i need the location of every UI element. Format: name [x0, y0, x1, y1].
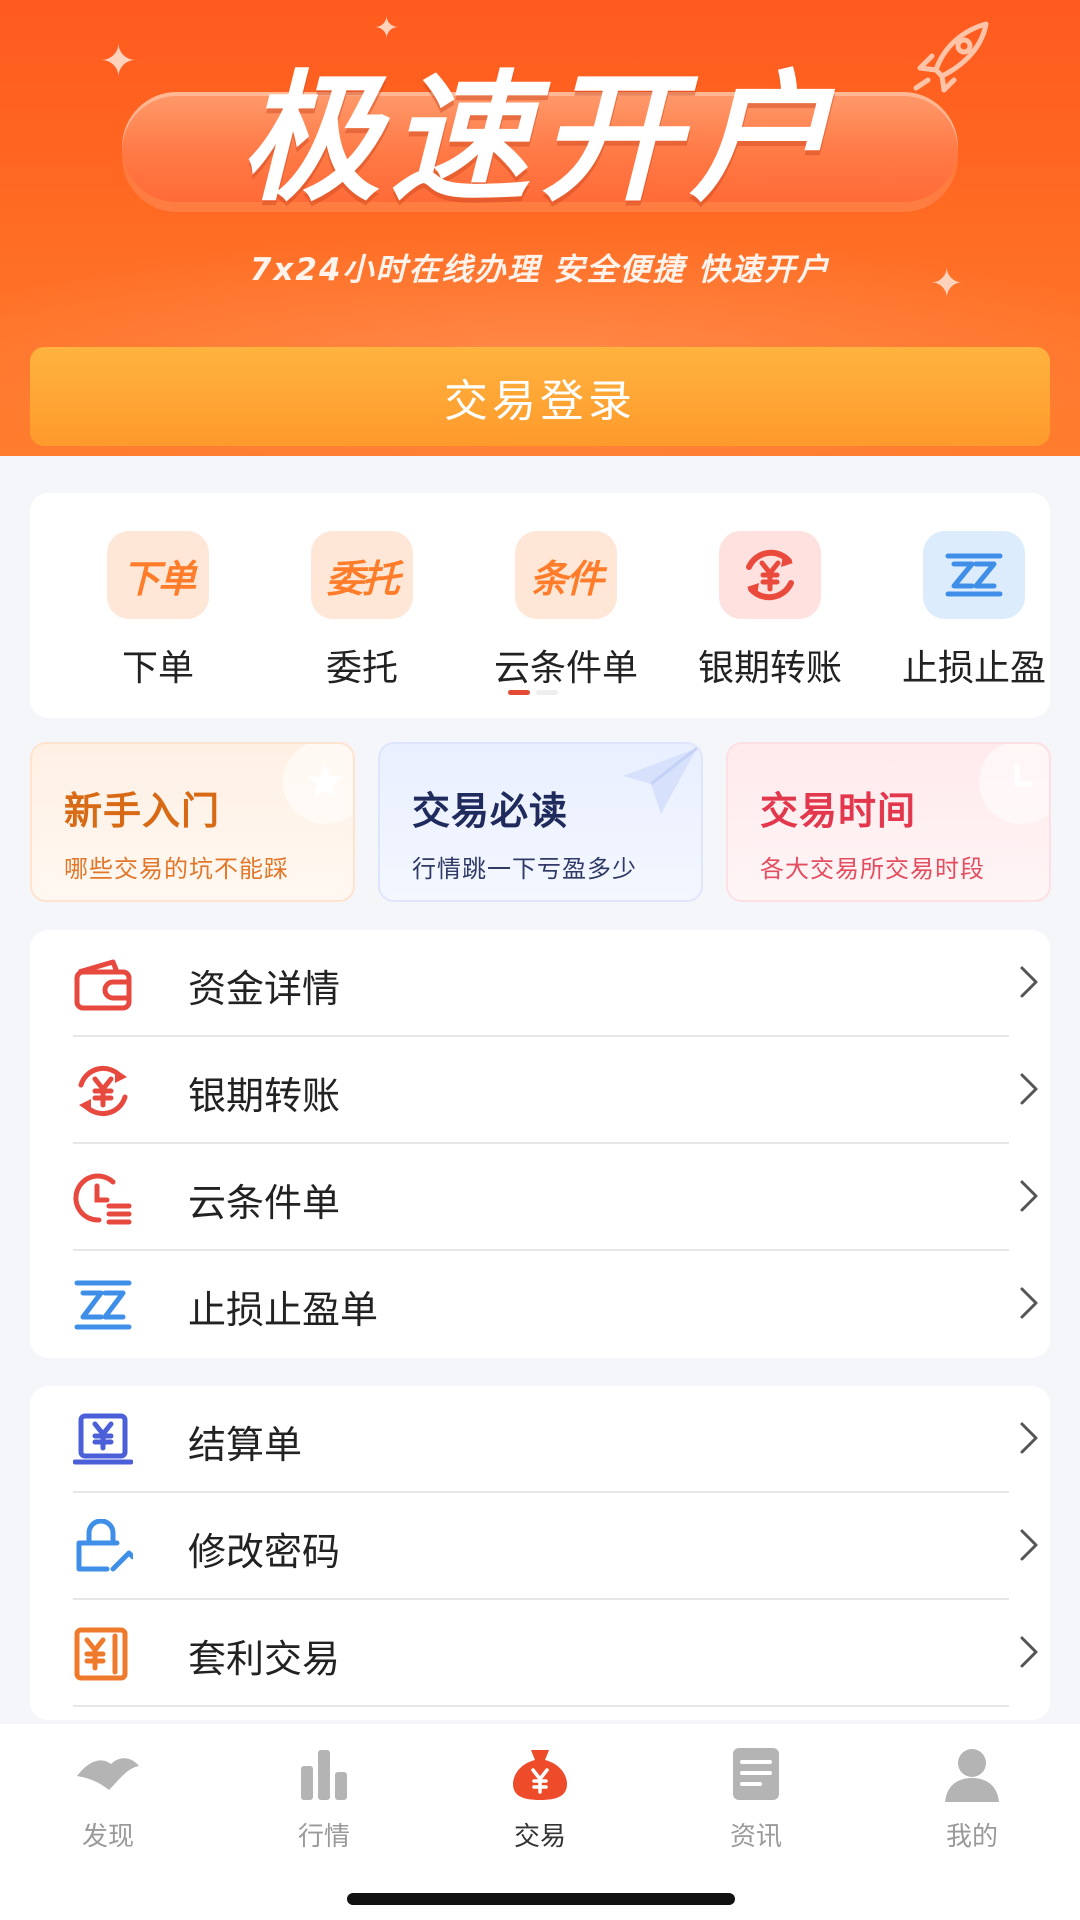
banner-subtitle: 7x24小时在线办理 安全便捷 快速开户: [249, 252, 831, 288]
menu-row-label: 资金详情: [188, 967, 341, 1011]
tab-label: 交易: [513, 1822, 566, 1852]
menu-row-settlement[interactable]: 结算单: [73, 1386, 1038, 1493]
menu-row-arbitrage[interactable]: 套利交易: [73, 1600, 1038, 1707]
lock-edit-icon: [76, 1519, 133, 1572]
quick-action-label: 下单: [121, 648, 194, 689]
guide-card-must-read[interactable]: 交易必读 行情跳一下亏盈多少: [378, 742, 703, 902]
open-account-banner[interactable]: ✦ ✦ ✦ 极速开户 7x24小时在线办理 安全便捷 快速开户 交易登录: [0, 0, 1080, 456]
menu-row-label: 结算单: [188, 1423, 303, 1467]
chevron-right-icon: [1020, 1287, 1038, 1319]
page-dot-active: [508, 690, 530, 695]
tab-label: 资讯: [729, 1822, 782, 1852]
guide-subtitle: 行情跳一下亏盈多少: [412, 855, 637, 883]
star-icon: [283, 744, 353, 824]
yen-transfer-icon: [719, 531, 821, 619]
news-icon: [733, 1748, 779, 1800]
quick-action-stop-loss[interactable]: 止损止盈: [884, 531, 1064, 691]
condition-icon: 条件: [515, 531, 617, 619]
menu-group-account: 结算单 修改密码 套利交易: [30, 1386, 1050, 1720]
home-indicator: [347, 1893, 735, 1905]
chevron-right-icon: [1020, 1422, 1038, 1454]
entrust-icon: 委托: [311, 531, 413, 619]
chevron-right-icon: [1020, 1180, 1038, 1212]
quick-action-label: 云条件单: [493, 648, 638, 689]
tab-profile[interactable]: 我的: [902, 1746, 1042, 1853]
tab-news[interactable]: 资讯: [686, 1746, 826, 1853]
menu-row-change-password[interactable]: 修改密码: [73, 1493, 1038, 1600]
menu-row-stop-loss[interactable]: 止损止盈单: [73, 1251, 1038, 1358]
bottom-tab-bar: 发现 行情 交易 资讯 我的: [0, 1724, 1080, 1920]
menu-row-label: 修改密码: [188, 1530, 341, 1574]
menu-row-label: 银期转账: [188, 1074, 341, 1118]
order-icon-text: 下单: [121, 556, 196, 601]
arbitrage-icon: [74, 1627, 128, 1681]
order-icon: 下单: [107, 531, 209, 619]
trade-login-button[interactable]: 交易登录: [30, 347, 1050, 446]
quick-action-condition-order[interactable]: 条件 云条件单: [476, 531, 656, 691]
chevron-right-icon: [1020, 966, 1038, 998]
trade-icon: [513, 1750, 567, 1800]
quick-action-entrust[interactable]: 委托 委托: [272, 531, 452, 691]
row-divider: [73, 1705, 1009, 1707]
tab-market[interactable]: 行情: [254, 1746, 394, 1853]
paper-plane-icon: [623, 746, 698, 814]
market-icon: [301, 1750, 347, 1800]
sparkle-icon: ✦: [374, 11, 400, 46]
menu-row-fund-details[interactable]: 资金详情: [73, 930, 1038, 1037]
clock-list-icon: [73, 1173, 132, 1225]
condition-icon-text: 条件: [529, 556, 604, 601]
chevron-right-icon: [1020, 1073, 1038, 1105]
tab-trade[interactable]: 交易: [470, 1746, 610, 1853]
tab-label: 行情: [297, 1822, 350, 1852]
quick-action-label: 银期转账: [697, 648, 842, 689]
tab-label: 我的: [945, 1822, 998, 1852]
menu-row-condition-order[interactable]: 云条件单: [73, 1144, 1038, 1251]
menu-row-label: 止损止盈单: [188, 1288, 379, 1332]
yen-transfer-icon: [78, 1065, 128, 1117]
clock-icon: [979, 744, 1049, 824]
guide-card-trading-hours[interactable]: 交易时间 各大交易所交易时段: [726, 742, 1051, 902]
banner-title: 极速开户: [239, 58, 840, 221]
stop-loss-icon: [74, 1280, 132, 1330]
tab-label: 发现: [81, 1822, 134, 1852]
quick-action-order[interactable]: 下单 下单: [68, 531, 248, 691]
menu-group-funds: 资金详情 银期转账 云条件单 止损止盈单: [30, 930, 1050, 1358]
chevron-right-icon: [1020, 1636, 1038, 1668]
entrust-icon-text: 委托: [325, 556, 400, 601]
tab-discover[interactable]: 发现: [38, 1746, 178, 1853]
quick-action-label: 止损止盈: [901, 648, 1046, 689]
guide-subtitle: 哪些交易的坑不能踩: [64, 855, 289, 883]
wallet-icon: [74, 959, 132, 1011]
chevron-right-icon: [1020, 1529, 1038, 1561]
discover-icon: [77, 1758, 139, 1790]
page-dot: [536, 690, 558, 695]
menu-row-bank-transfer[interactable]: 银期转账: [73, 1037, 1038, 1144]
stop-loss-icon: [923, 531, 1025, 619]
quick-action-bank-transfer[interactable]: 银期转账: [680, 531, 860, 691]
guide-card-beginner[interactable]: 新手入门 哪些交易的坑不能踩: [30, 742, 355, 902]
page-indicator: [508, 690, 568, 696]
menu-row-label: 云条件单: [188, 1181, 341, 1225]
quick-action-label: 委托: [325, 648, 398, 689]
guide-subtitle: 各大交易所交易时段: [760, 855, 985, 883]
menu-row-label: 套利交易: [188, 1637, 341, 1681]
profile-icon: [945, 1749, 999, 1802]
settlement-icon: [73, 1413, 133, 1465]
quick-actions-card: 下单 下单 委托 委托 条件 云条件单 银期转账 止损止盈: [30, 493, 1050, 718]
trade-page: ✦ ✦ ✦ 极速开户 7x24小时在线办理 安全便捷 快速开户 交易登录 下单 …: [0, 0, 1080, 1920]
